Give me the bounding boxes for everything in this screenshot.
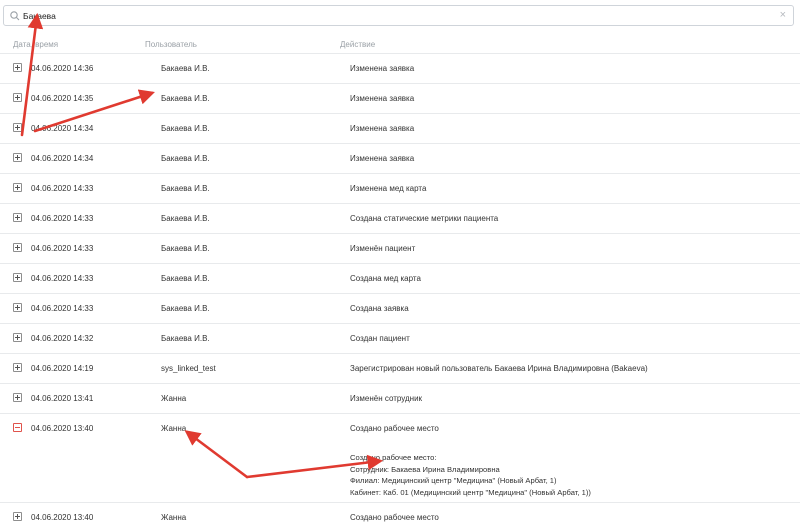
expand-icon[interactable] bbox=[13, 363, 22, 372]
expand-icon[interactable] bbox=[13, 63, 22, 72]
column-header-action[interactable]: Действие bbox=[340, 40, 375, 49]
detail-line: Филиал: Медицинский центр "Медицина" (Но… bbox=[350, 476, 557, 485]
expand-icon[interactable] bbox=[13, 213, 22, 222]
expand-icon[interactable] bbox=[13, 333, 22, 342]
detail-line: Сотрудник: Бакаева Ирина Владимировна bbox=[350, 464, 500, 474]
table-row[interactable]: 04.06.2020 14:33 Бакаева И.В. Создана стат… bbox=[0, 204, 800, 234]
row-action: Изменён сотрудник bbox=[350, 394, 423, 403]
expand-icon[interactable] bbox=[13, 512, 22, 521]
row-date: 04.06.2020 14:33 bbox=[31, 274, 94, 283]
row-action: Изменён пациент bbox=[350, 244, 416, 253]
row-user: Бакаева И.В. bbox=[161, 214, 210, 223]
table-row[interactable]: 04.06.2020 14:35 Бакаева И.В. Изменена зая… bbox=[0, 84, 800, 114]
expand-icon[interactable] bbox=[13, 273, 22, 282]
expand-icon[interactable] bbox=[13, 303, 22, 312]
row-action: Создан пациент bbox=[350, 334, 410, 343]
row-action: Создана статические метрики пациента bbox=[350, 214, 499, 223]
row-user: Бакаева И.В. bbox=[161, 94, 210, 103]
row-date: 04.06.2020 14:19 bbox=[31, 364, 94, 373]
row-details: Создано рабочее место: Сотрудник: Бакаев… bbox=[350, 452, 591, 498]
row-user: Жанна bbox=[161, 513, 187, 522]
detail-line: Кабинет: Каб. 01 (Медицинский центр "Мед… bbox=[350, 487, 591, 497]
table-row[interactable]: 04.06.2020 14:32 Бакаева И.В. Создан пацие… bbox=[0, 324, 800, 354]
row-date: 04.06.2020 13:40 bbox=[31, 513, 94, 522]
row-user: sys_linked_test bbox=[161, 364, 216, 373]
row-action: Изменена заявка bbox=[350, 124, 415, 133]
row-action: Создана мед карта bbox=[350, 274, 421, 283]
table-row-expanded[interactable]: 04.06.2020 13:40 Жанна Создано рабочее м… bbox=[0, 414, 800, 503]
column-header-date[interactable]: Дата, время bbox=[13, 40, 58, 49]
expand-icon[interactable] bbox=[13, 183, 22, 192]
search-box[interactable]: × bbox=[3, 5, 794, 26]
detail-line: Создано рабочее место: bbox=[350, 453, 437, 462]
column-header-user[interactable]: Пользователь bbox=[145, 40, 197, 49]
close-icon[interactable]: × bbox=[780, 9, 786, 22]
table-row[interactable]: 04.06.2020 13:41 Жанна Изменён сотрудник bbox=[0, 384, 800, 414]
row-user: Жанна bbox=[161, 424, 187, 433]
row-user: Жанна bbox=[161, 394, 187, 403]
row-date: 04.06.2020 14:33 bbox=[31, 184, 94, 193]
row-date: 04.06.2020 13:40 bbox=[31, 424, 94, 433]
expand-icon[interactable] bbox=[13, 243, 22, 252]
row-user: Бакаева И.В. bbox=[161, 154, 210, 163]
expand-icon[interactable] bbox=[13, 123, 22, 132]
row-date: 04.06.2020 14:33 bbox=[31, 244, 94, 253]
row-date: 04.06.2020 14:33 bbox=[31, 304, 94, 313]
table-row[interactable]: 04.06.2020 14:19 sys_linked_test Зарегистр… bbox=[0, 354, 800, 384]
row-date: 04.06.2020 14:32 bbox=[31, 334, 94, 343]
row-date: 04.06.2020 14:34 bbox=[31, 154, 94, 163]
table-row[interactable]: 04.06.2020 14:33 Бакаева И.В. Создана заяв… bbox=[0, 294, 800, 324]
row-date: 04.06.2020 13:41 bbox=[31, 394, 94, 403]
row-user: Бакаева И.В. bbox=[161, 304, 210, 313]
row-action: Изменена мед карта bbox=[350, 184, 427, 193]
row-date: 04.06.2020 14:34 bbox=[31, 124, 94, 133]
row-action: Изменена заявка bbox=[350, 64, 415, 73]
table-row[interactable]: 04.06.2020 14:34 Бакаева И.В. Изменена зая… bbox=[0, 144, 800, 174]
row-action: Изменена заявка bbox=[350, 154, 415, 163]
row-date: 04.06.2020 14:33 bbox=[31, 214, 94, 223]
row-user: Бакаева И.В. bbox=[161, 64, 210, 73]
row-action: Изменена заявка bbox=[350, 94, 415, 103]
row-user: Бакаева И.В. bbox=[161, 334, 210, 343]
row-date: 04.06.2020 14:36 bbox=[31, 64, 94, 73]
row-user: Бакаева И.В. bbox=[161, 244, 210, 253]
search-input[interactable] bbox=[23, 8, 763, 23]
table-row[interactable]: 04.06.2020 13:40 Жанна Создано рабочее мес… bbox=[0, 503, 800, 529]
table-row[interactable]: 04.06.2020 14:33 Бакаева И.В. Создана мед … bbox=[0, 264, 800, 294]
row-action: Создано рабочее место bbox=[350, 513, 439, 522]
row-user: Бакаева И.В. bbox=[161, 184, 210, 193]
table-row[interactable]: 04.06.2020 14:33 Бакаева И.В. Изменена мед… bbox=[0, 174, 800, 204]
expand-icon[interactable] bbox=[13, 153, 22, 162]
row-action: Зарегистрирован новый пользователь Бакае… bbox=[350, 364, 648, 373]
audit-log-table: 04.06.2020 14:36 Бакаева И.В. Изменена зая… bbox=[0, 54, 800, 529]
table-header: Дата, время Пользователь Действие bbox=[0, 36, 800, 54]
row-action: Создано рабочее место bbox=[350, 424, 439, 433]
row-user: Бакаева И.В. bbox=[161, 274, 210, 283]
expand-icon[interactable] bbox=[13, 93, 22, 102]
row-user: Бакаева И.В. bbox=[161, 124, 210, 133]
table-row[interactable]: 04.06.2020 14:36 Бакаева И.В. Изменена зая… bbox=[0, 54, 800, 84]
row-action: Создана заявка bbox=[350, 304, 409, 313]
collapse-icon[interactable] bbox=[13, 423, 22, 432]
table-row[interactable]: 04.06.2020 14:33 Бакаева И.В. Изменён паци… bbox=[0, 234, 800, 264]
expand-icon[interactable] bbox=[13, 393, 22, 402]
row-date: 04.06.2020 14:35 bbox=[31, 94, 94, 103]
table-row[interactable]: 04.06.2020 14:34 Бакаева И.В. Изменена зая… bbox=[0, 114, 800, 144]
search-icon bbox=[10, 11, 20, 21]
